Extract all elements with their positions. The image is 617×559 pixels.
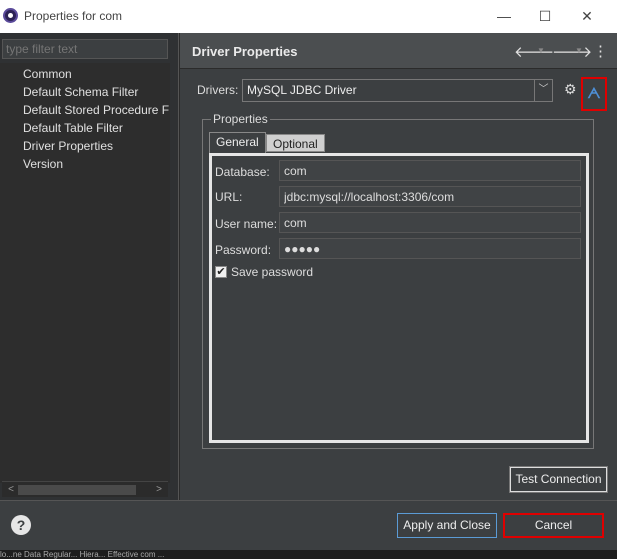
save-password-label[interactable]: Save password: [231, 265, 313, 279]
tree-horizontal-scrollbar[interactable]: < >: [2, 481, 168, 497]
view-menu-icon[interactable]: ⋮: [593, 42, 608, 60]
database-label: Database:: [215, 165, 270, 179]
edit-driver-gear-icon[interactable]: ⚙: [564, 81, 580, 97]
tree-item-version[interactable]: Version: [23, 157, 63, 171]
window-title: Properties for com: [24, 9, 123, 23]
back-dropdown-icon[interactable]: ▼: [537, 46, 545, 55]
test-connection-button[interactable]: Test Connection: [509, 466, 608, 493]
drivers-combo[interactable]: MySQL JDBC Driver ﹀: [242, 79, 553, 102]
properties-group: Properties General Optional Database: UR…: [202, 112, 594, 449]
drivers-label: Drivers:: [197, 83, 239, 97]
general-tab-panel: Database: URL: User name: Password: ✔ Sa…: [209, 153, 589, 443]
background-window-strip: lo...ne Data Regular... Hiera... Effecti…: [0, 550, 617, 559]
eclipse-app-icon: [3, 8, 18, 23]
properties-tree: Common Default Schema Filter Default Sto…: [0, 63, 170, 483]
password-input[interactable]: [279, 238, 581, 259]
minimize-button[interactable]: —: [494, 6, 514, 26]
preference-navigation-pane: Common Default Schema Filter Default Sto…: [0, 33, 179, 500]
close-window-button[interactable]: ✕: [577, 6, 597, 26]
page-title: Driver Properties: [192, 44, 298, 59]
tree-item-default-schema-filter[interactable]: Default Schema Filter: [23, 85, 138, 99]
tree-item-default-table-filter[interactable]: Default Table Filter: [23, 121, 123, 135]
maximize-button[interactable]: ☐: [535, 6, 555, 26]
scroll-left-arrow-icon[interactable]: <: [4, 483, 18, 497]
username-input[interactable]: [279, 212, 581, 233]
url-input[interactable]: [279, 186, 581, 207]
window-titlebar: Properties for com — ☐ ✕: [0, 0, 617, 33]
page-header: Driver Properties 🡐 ▼ 🡒 ▼ ⋮: [180, 33, 617, 69]
filter-input[interactable]: [2, 39, 168, 59]
properties-tabs: General Optional: [209, 132, 589, 153]
scrollbar-thumb[interactable]: [18, 485, 136, 495]
properties-legend: Properties: [211, 112, 270, 126]
apply-and-close-button[interactable]: Apply and Close: [397, 513, 497, 538]
drivers-selected-value: MySQL JDBC Driver: [247, 83, 357, 97]
url-label: URL:: [215, 190, 243, 204]
username-label: User name:: [215, 217, 278, 231]
cancel-button[interactable]: Cancel: [503, 513, 604, 538]
save-password-checkbox[interactable]: ✔: [215, 266, 227, 278]
tree-item-default-stored-procedure-filter[interactable]: Default Stored Procedure F: [23, 103, 169, 117]
database-input[interactable]: [279, 160, 581, 181]
chevron-down-icon[interactable]: ﹀: [534, 80, 552, 101]
driver-properties-page: Driver Properties 🡐 ▼ 🡒 ▼ ⋮ Drivers: MyS…: [180, 33, 617, 500]
back-arrow-icon[interactable]: 🡐: [514, 42, 554, 61]
tree-item-driver-properties[interactable]: Driver Properties: [23, 139, 113, 153]
help-icon[interactable]: ?: [11, 515, 31, 535]
scroll-right-arrow-icon[interactable]: >: [152, 483, 166, 497]
tree-item-common[interactable]: Common: [23, 67, 72, 81]
tab-general[interactable]: General: [209, 132, 266, 153]
new-driver-definition-icon[interactable]: ᗅ: [581, 77, 607, 111]
dialog-footer: ? Apply and Close Cancel: [0, 500, 617, 550]
forward-dropdown-icon[interactable]: ▼: [575, 46, 583, 55]
forward-arrow-icon[interactable]: 🡒: [552, 42, 592, 61]
password-label: Password:: [215, 243, 272, 257]
tab-optional[interactable]: Optional: [266, 134, 325, 152]
